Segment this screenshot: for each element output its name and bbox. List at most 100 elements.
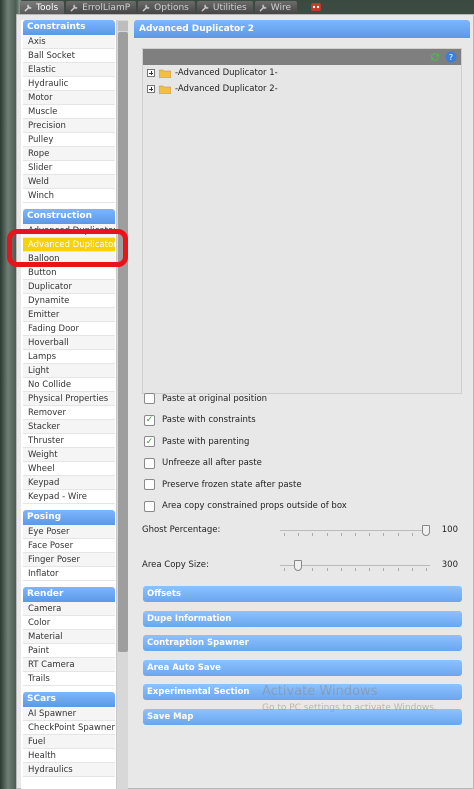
wrench-icon — [259, 3, 268, 12]
list-item[interactable]: Trails — [23, 672, 115, 686]
slider-tick — [284, 568, 285, 571]
list-item[interactable]: Fading Door — [23, 322, 115, 336]
list-item[interactable]: Stacker — [23, 420, 115, 434]
list-item[interactable]: CheckPoint Spawner — [23, 721, 115, 735]
section-area-auto-save[interactable]: Area Auto Save — [143, 660, 462, 676]
list-item[interactable]: Thruster — [23, 434, 115, 448]
refresh-icon[interactable] — [429, 51, 441, 63]
list-item[interactable]: Eye Poser — [23, 525, 115, 539]
list-item[interactable]: Precision — [23, 119, 115, 133]
list-item[interactable]: Ball Socket — [23, 49, 115, 63]
list-item[interactable]: Fuel — [23, 735, 115, 749]
list-item[interactable]: Light — [23, 364, 115, 378]
list-item[interactable]: Physical Properties — [23, 392, 115, 406]
scroll-thumb[interactable] — [118, 32, 128, 652]
expand-icon[interactable] — [147, 85, 155, 93]
wrench-icon — [70, 3, 79, 12]
section-contraption-spawner[interactable]: Contraption Spawner — [143, 635, 462, 651]
option-area-copy-constrained[interactable]: Area copy constrained props outside of b… — [144, 496, 464, 518]
list-item[interactable]: RT Camera — [23, 658, 115, 672]
list-item[interactable]: Health — [23, 749, 115, 763]
scroll-up-button[interactable] — [118, 21, 128, 31]
slider-tick — [383, 533, 385, 536]
file-browser[interactable]: ? -Advanced Duplicator 1- -Advanced Dupl… — [142, 48, 462, 394]
slider-tick — [312, 533, 314, 536]
category-construction[interactable]: Construction — [23, 209, 115, 224]
list-item[interactable]: Elastic — [23, 63, 115, 77]
option-paste-original-position[interactable]: Paste at original position — [144, 388, 464, 410]
tool-list-scrollbar[interactable] — [116, 20, 128, 789]
list-item[interactable]: Hydraulic — [23, 77, 115, 91]
slider-track[interactable] — [280, 525, 430, 536]
list-item[interactable]: Winch — [23, 189, 115, 203]
list-item[interactable]: Muscle — [23, 105, 115, 119]
slider-tick — [340, 533, 342, 536]
checkbox[interactable]: ✓ — [144, 414, 155, 426]
checkbox[interactable] — [144, 393, 155, 405]
slider-tick — [369, 533, 371, 536]
category-posing[interactable]: Posing — [23, 510, 115, 525]
list-item[interactable]: Duplicator — [23, 280, 115, 294]
slider-knob[interactable] — [294, 560, 303, 571]
list-item[interactable]: Material — [23, 630, 115, 644]
tab-wire[interactable]: Wire — [254, 1, 297, 14]
tree-node[interactable]: -Advanced Duplicator 1- — [143, 65, 461, 81]
category-scars[interactable]: SCars — [23, 692, 115, 707]
list-item[interactable]: Pulley — [23, 133, 115, 147]
category-render[interactable]: Render — [23, 587, 115, 602]
help-icon[interactable]: ? — [445, 51, 457, 63]
list-item[interactable]: Axis — [23, 35, 115, 49]
list-item[interactable]: Weight — [23, 448, 115, 462]
tab-errolliamp[interactable]: ErrolLiamP — [66, 1, 137, 14]
list-item[interactable]: Dynamite — [23, 294, 115, 308]
list-item[interactable]: Rope — [23, 147, 115, 161]
list-item[interactable]: Emitter — [23, 308, 115, 322]
slider-track[interactable] — [280, 560, 430, 571]
tab-utilities[interactable]: Utilities — [196, 1, 253, 14]
watermark-subtitle: Go to PC settings to activate Windows. — [262, 703, 437, 713]
section-offsets[interactable]: Offsets — [143, 586, 462, 602]
slider-tick — [340, 568, 342, 571]
list-item[interactable]: Slider — [23, 161, 115, 175]
checkbox[interactable] — [144, 500, 155, 512]
slider-knob[interactable] — [422, 525, 430, 536]
list-item[interactable]: Wheel — [23, 462, 115, 476]
list-item[interactable]: Balloon — [23, 252, 115, 266]
checkbox[interactable] — [144, 457, 155, 469]
tree-node[interactable]: -Advanced Duplicator 2- — [143, 81, 461, 97]
list-item[interactable]: Hydraulics — [23, 763, 115, 777]
option-paste-constraints[interactable]: ✓ Paste with constraints — [144, 410, 464, 432]
category-constraints[interactable]: Constraints — [23, 20, 115, 35]
option-unfreeze[interactable]: Unfreeze all after paste — [144, 453, 464, 475]
slider-value: 100 — [441, 525, 458, 535]
list-item[interactable]: Keypad - Wire — [23, 490, 115, 504]
list-item[interactable]: Keypad — [23, 476, 115, 490]
checkbox[interactable]: ✓ — [144, 436, 155, 448]
expand-icon[interactable] — [147, 69, 155, 77]
list-item[interactable]: AI Spawner — [23, 707, 115, 721]
list-item[interactable]: Button — [23, 266, 115, 280]
option-paste-parenting[interactable]: ✓ Paste with parenting — [144, 431, 464, 453]
list-item[interactable]: Finger Poser — [23, 553, 115, 567]
list-item[interactable]: Lamps — [23, 350, 115, 364]
checkbox[interactable] — [144, 479, 155, 491]
list-item[interactable]: Inflator — [23, 567, 115, 581]
section-dupe-information[interactable]: Dupe Information — [143, 611, 462, 627]
list-item[interactable]: Paint — [23, 644, 115, 658]
list-item[interactable]: Remover — [23, 406, 115, 420]
list-item[interactable]: Color — [23, 616, 115, 630]
list-item[interactable]: Camera — [23, 602, 115, 616]
list-item[interactable]: Face Poser — [23, 539, 115, 553]
list-item[interactable]: Weld — [23, 175, 115, 189]
tab-tools[interactable]: Tools — [20, 1, 65, 14]
list-item[interactable]: Motor — [23, 91, 115, 105]
tab-label: ErrolLiamP — [82, 2, 131, 13]
list-item[interactable]: No Collide — [23, 378, 115, 392]
list-item[interactable]: Advanced Duplicator — [23, 224, 115, 238]
tab-options[interactable]: Options — [138, 1, 195, 14]
slider-tick — [426, 568, 427, 571]
list-item[interactable]: Hoverball — [23, 336, 115, 350]
list-item-selected[interactable]: Advanced Duplicator ... — [23, 238, 115, 252]
option-preserve-frozen[interactable]: Preserve frozen state after paste — [144, 474, 464, 496]
slider-tick — [355, 568, 356, 571]
